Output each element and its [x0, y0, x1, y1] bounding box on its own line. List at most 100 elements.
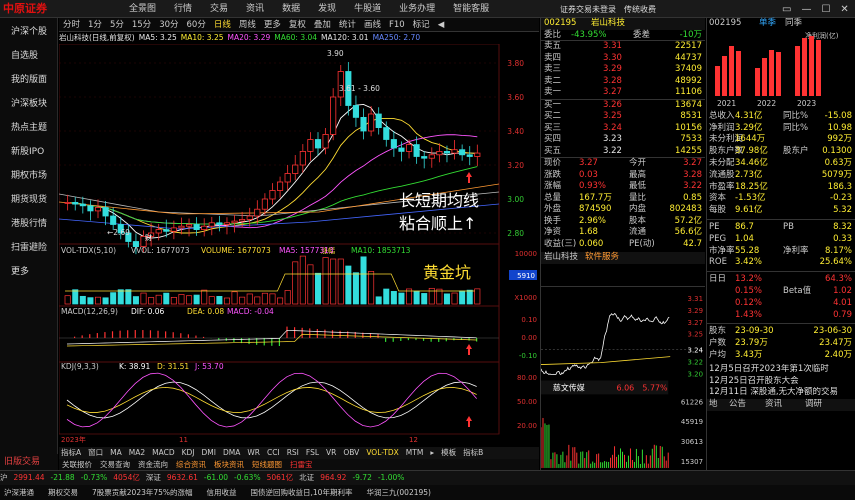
buy-level-row[interactable]: 买五 3.22 14255 [541, 146, 705, 158]
tab-ma2[interactable]: MA2 [127, 447, 147, 459]
news-ticker-item[interactable]: 华润三九(002195) [362, 485, 434, 500]
login-link[interactable]: 证券交易未登录 [560, 4, 616, 15]
tab-rsi[interactable]: RSI [285, 447, 301, 459]
tab-kdj[interactable]: KDJ [180, 447, 197, 459]
tab-stats[interactable]: 统计 [335, 18, 360, 31]
tab-stock-self[interactable]: 岩山科技 [544, 252, 578, 264]
old-trade-button[interactable]: 旧版交易 [0, 454, 58, 470]
tab-15min[interactable]: 15分 [128, 18, 155, 31]
tab-daily[interactable]: 日线 [210, 18, 235, 31]
sidebar-item-futures[interactable]: 期货现货 [0, 188, 57, 212]
news-ticker-item[interactable]: 7股票贡献2023年75%的涨幅 [88, 485, 197, 500]
tab-vr[interactable]: VR [324, 447, 338, 459]
tab-f10[interactable]: F10 [385, 18, 409, 31]
menu-item-service[interactable]: 智能客服 [444, 0, 498, 18]
news-tab-news[interactable]: 资讯 [765, 399, 782, 411]
news-tab-notice[interactable]: 公告 [729, 399, 746, 411]
news-item[interactable]: 12月25日召开股东大会 [707, 376, 855, 388]
fee-link[interactable]: 传统收费 [624, 4, 656, 15]
fin-tab-same[interactable]: 同季 [785, 18, 802, 30]
tab-1min[interactable]: 1分 [84, 18, 106, 31]
tab-indicator-b[interactable]: 指标B [461, 447, 485, 459]
intraday-mini-chart[interactable]: 3.31 3.29 3.27 3.25 3.24 3.22 3.20 慈文传媒 … [540, 286, 705, 470]
news-ticker-item[interactable]: 国债逆回购收益日,10年期利率 [247, 485, 357, 500]
tab-dmi[interactable]: DMI [200, 447, 218, 459]
tab-vol-tdx[interactable]: VOL-TDX [364, 447, 400, 459]
buy-level-row[interactable]: 买一 3.26 13674 [541, 100, 705, 112]
tab-5min[interactable]: 5分 [106, 18, 128, 31]
tab-trade-query[interactable]: 交易查询 [97, 459, 133, 470]
tab-overlay[interactable]: 叠加 [310, 18, 335, 31]
news-ticker-item[interactable]: 期权交易 [44, 485, 82, 500]
sell-level-row[interactable]: 卖三 3.29 37409 [541, 64, 705, 76]
menu-item-data[interactable]: 数据 [273, 0, 309, 18]
tab-more[interactable]: 更多 [260, 18, 285, 31]
tab-macd[interactable]: MACD [150, 447, 176, 459]
menu-item-business[interactable]: 业务办理 [390, 0, 444, 18]
tab-30min[interactable]: 30分 [155, 18, 182, 31]
sidebar-item-my-layout[interactable]: 我的版面 [0, 68, 57, 92]
tab-fsl[interactable]: FSL [304, 447, 321, 459]
tab-mark[interactable]: 标记 [409, 18, 434, 31]
tab-ma[interactable]: MA [108, 447, 124, 459]
tab-wr[interactable]: WR [245, 447, 262, 459]
sell-level-row[interactable]: 卖四 3.30 44737 [541, 53, 705, 65]
fin-tab-quarter[interactable]: 单季 [759, 18, 776, 30]
tab-back[interactable]: ◀ [434, 18, 449, 31]
tab-weekly[interactable]: 周线 [235, 18, 260, 31]
tab-adjust[interactable]: 复权 [285, 18, 310, 31]
tab-software-sector[interactable]: 软件服务 [585, 252, 619, 264]
menu-item-quotes[interactable]: 行情 [165, 0, 201, 18]
sidebar-item-shsz-stocks[interactable]: 沪深个股 [0, 20, 57, 44]
minimize-icon[interactable]: — [801, 4, 811, 15]
news-item[interactable]: 12月5日召开2023年第1次临时 [707, 364, 855, 376]
tab-fund-flow[interactable]: 资金流向 [135, 459, 171, 470]
tab-related-quote[interactable]: 关联报价 [59, 459, 95, 470]
buy-level-row[interactable]: 买四 3.23 7533 [541, 134, 705, 146]
buy-level-row[interactable]: 买二 3.25 8531 [541, 111, 705, 123]
tab-short-chart[interactable]: 短线题图 [249, 459, 285, 470]
menu-item-panorama[interactable]: 全景图 [120, 0, 165, 18]
sell-level-row[interactable]: 卖二 3.28 48992 [541, 76, 705, 88]
menu-item-news[interactable]: 资讯 [237, 0, 273, 18]
sidebar-item-options[interactable]: 期权市场 [0, 164, 57, 188]
fin-value: 1644万 [735, 134, 766, 145]
tab-general-news[interactable]: 综合资讯 [173, 459, 209, 470]
news-item[interactable]: 12月11日 深股通,无大净额的交易 [707, 387, 855, 399]
sell-level-row[interactable]: 卖一 3.27 11106 [541, 87, 705, 99]
sidebar-item-watchlist[interactable]: 自选股 [0, 44, 57, 68]
sidebar-item-risk[interactable]: 扫雷避险 [0, 236, 57, 260]
sell-level-row[interactable]: 卖五 3.31 22517 [541, 41, 705, 53]
tab-indicator-a[interactable]: 指标A [59, 447, 83, 459]
kline-chart[interactable]: 3.80 3.60 3.40 3.20 3.00 2.80 3.90 3.61 … [59, 44, 539, 444]
menu-item-trade[interactable]: 交易 [201, 0, 237, 18]
tab-window[interactable]: 窗口 [86, 447, 105, 459]
news-ticker-item[interactable]: 信用收益 [203, 485, 241, 500]
tab-dma[interactable]: DMA [221, 447, 242, 459]
stat-label-2: PE(动) [629, 238, 655, 249]
menu-item-discover[interactable]: 发现 [309, 0, 345, 18]
news-tab-research[interactable]: 调研 [805, 399, 822, 411]
tab-60min[interactable]: 60分 [183, 18, 210, 31]
tab-minesweeper[interactable]: 扫雷宝 [287, 459, 316, 470]
tab-sector-news[interactable]: 板块资讯 [211, 459, 247, 470]
sidebar-item-sectors[interactable]: 沪深板块 [0, 92, 57, 116]
sidebar-item-hk[interactable]: 港股行情 [0, 212, 57, 236]
sidebar-item-ipo[interactable]: 新股IPO [0, 140, 57, 164]
layout-icon[interactable]: ▭ [782, 4, 791, 15]
news-ticker-item[interactable]: 沪深港通 [0, 485, 38, 500]
tab-obv[interactable]: OBV [341, 447, 361, 459]
maximize-icon[interactable]: ☐ [821, 4, 830, 15]
buy-level-row[interactable]: 买三 3.24 10156 [541, 123, 705, 135]
tab-next[interactable]: ▸ [428, 447, 436, 459]
tab-mtm[interactable]: MTM [404, 447, 426, 459]
tab-template[interactable]: 模板 [439, 447, 458, 459]
sidebar-item-more[interactable]: 更多 [0, 260, 57, 284]
close-icon[interactable]: ✕ [840, 4, 848, 15]
tab-timeshare[interactable]: 分时 [59, 18, 84, 31]
sidebar-item-hot-topics[interactable]: 热点主题 [0, 116, 57, 140]
tab-cci[interactable]: CCI [265, 447, 282, 459]
tab-draw[interactable]: 画线 [360, 18, 385, 31]
news-tab-0[interactable]: 地 [709, 399, 718, 411]
menu-item-stockpath[interactable]: 牛股道 [345, 0, 390, 18]
